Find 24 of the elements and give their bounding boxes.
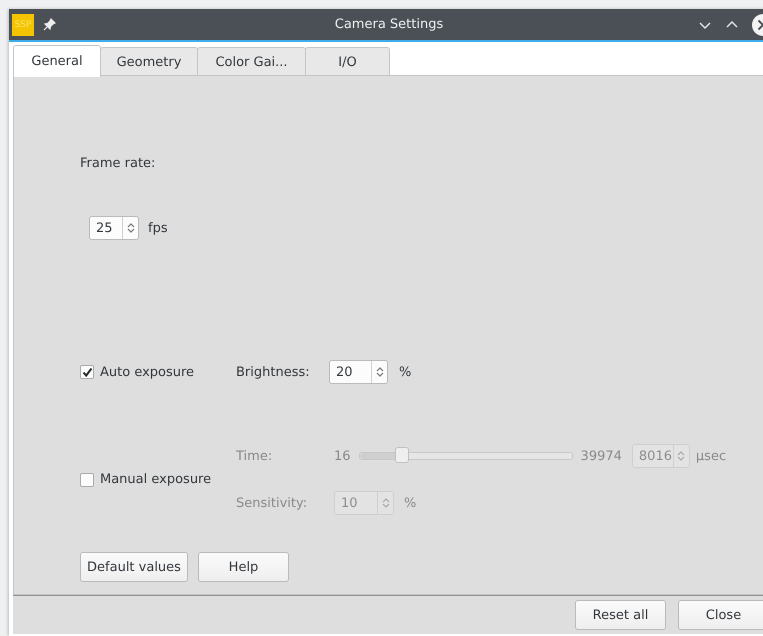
spin-box[interactable]: 20 (329, 360, 388, 384)
field-label: Brightness: (236, 364, 311, 380)
checkbox-label: Auto exposure (100, 364, 194, 380)
field-label: Sensitivity: (236, 496, 308, 510)
unit-label: µsec (696, 448, 726, 464)
tab[interactable]: Color Gai... (197, 47, 306, 77)
push-button[interactable]: Close (678, 600, 763, 630)
spin-box[interactable]: 25 (89, 216, 139, 240)
tab[interactable]: I/O (305, 47, 390, 77)
slider-min-label: 16 (334, 448, 351, 464)
unit-label: % (404, 496, 416, 510)
tab[interactable]: Geometry (100, 47, 198, 77)
slider-max-label: 39974 (580, 448, 622, 464)
app-logo: SSP (12, 14, 34, 36)
push-button[interactable]: Default values (80, 552, 188, 582)
push-button[interactable]: Reset all (575, 600, 666, 630)
tab[interactable]: General (13, 45, 101, 77)
checkbox-label: Manual exposure (100, 472, 212, 487)
window-title: Camera Settings (334, 17, 444, 32)
push-button[interactable]: Help (198, 552, 289, 582)
field-label: Frame rate: (80, 156, 156, 171)
field-label: Time: (236, 448, 274, 464)
unit-label: % (399, 364, 412, 380)
unit-label: fps (148, 220, 168, 236)
